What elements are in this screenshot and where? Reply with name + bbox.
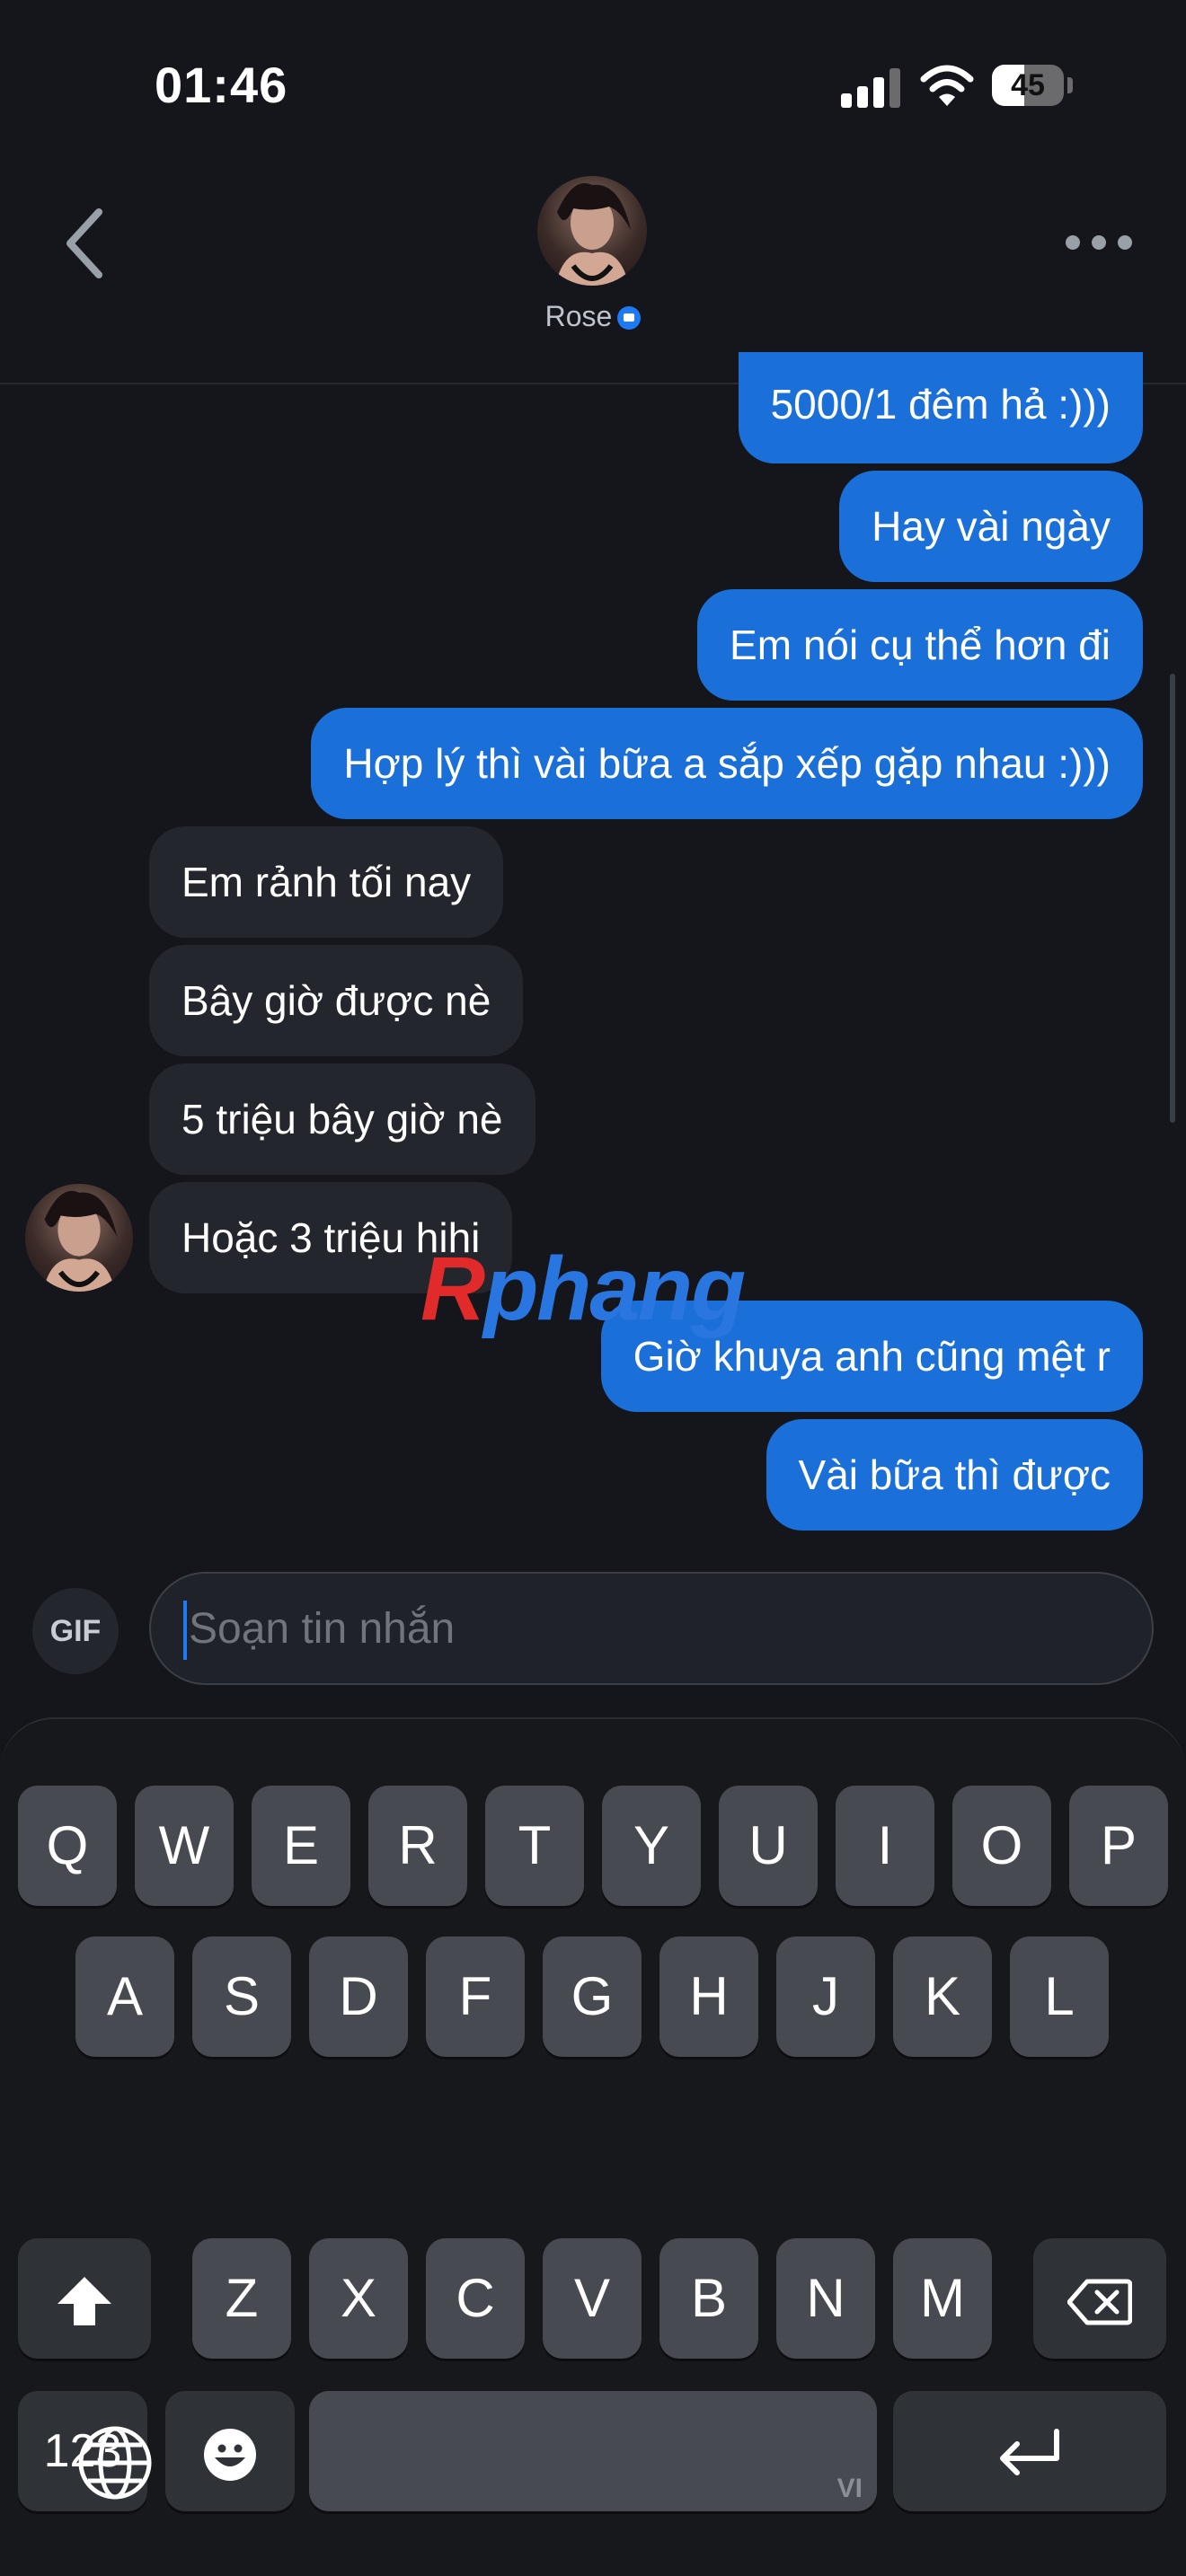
key-i[interactable]: I xyxy=(836,1786,934,1906)
key-d[interactable]: D xyxy=(309,1936,408,2057)
backspace-key[interactable] xyxy=(1033,2238,1166,2359)
gif-button[interactable]: GIF xyxy=(32,1588,119,1674)
key-e[interactable]: E xyxy=(252,1786,350,1906)
key-t[interactable]: T xyxy=(485,1786,584,1906)
message-outgoing[interactable]: 5000/1 đêm hả :))) xyxy=(738,352,1143,463)
message-outgoing[interactable]: Em nói cụ thể hơn đi xyxy=(697,589,1143,701)
message-incoming[interactable]: Em rảnh tối nay xyxy=(149,826,504,938)
message-input[interactable] xyxy=(183,1574,1123,1683)
message-outgoing[interactable]: Giờ khuya anh cũng mệt r xyxy=(600,1301,1143,1412)
emoji-icon xyxy=(204,2429,256,2482)
key-j[interactable]: J xyxy=(776,1936,875,2057)
shift-key[interactable] xyxy=(18,2238,151,2359)
key-w[interactable]: W xyxy=(135,1786,234,1906)
key-l[interactable]: L xyxy=(1010,1936,1109,2057)
key-z[interactable]: Z xyxy=(192,2238,291,2359)
key-s[interactable]: S xyxy=(192,1936,291,2057)
contact-name[interactable]: Rose xyxy=(503,300,683,333)
signal-icon xyxy=(841,68,900,108)
key-n[interactable]: N xyxy=(776,2238,875,2359)
key-a[interactable]: A xyxy=(75,1936,174,2057)
globe-icon[interactable] xyxy=(77,2425,153,2501)
camera-badge-icon xyxy=(617,306,642,330)
back-chevron-icon[interactable] xyxy=(59,203,110,284)
key-o[interactable]: O xyxy=(952,1786,1051,1906)
return-key[interactable] xyxy=(893,2391,1166,2511)
key-r[interactable]: R xyxy=(368,1786,467,1906)
message-compose-box[interactable] xyxy=(149,1572,1154,1685)
key-h[interactable]: H xyxy=(659,1936,758,2057)
key-v[interactable]: V xyxy=(543,2238,642,2359)
backspace-icon xyxy=(1067,2279,1133,2325)
message-outgoing[interactable]: Hay vài ngày xyxy=(839,471,1143,582)
message-incoming[interactable]: Bây giờ được nè xyxy=(149,945,524,1056)
key-g[interactable]: G xyxy=(543,1936,642,2057)
contact-name-label: Rose xyxy=(544,300,613,332)
key-k[interactable]: K xyxy=(893,1936,992,2057)
key-m[interactable]: M xyxy=(893,2238,992,2359)
wifi-icon xyxy=(920,65,974,106)
more-dots-icon[interactable] xyxy=(1066,232,1132,253)
key-u[interactable]: U xyxy=(719,1786,818,1906)
battery-icon: 45 xyxy=(992,65,1073,106)
key-f[interactable]: F xyxy=(426,1936,525,2057)
avatar[interactable] xyxy=(537,176,647,286)
key-b[interactable]: B xyxy=(659,2238,758,2359)
key-y[interactable]: Y xyxy=(602,1786,701,1906)
message-outgoing[interactable]: Hợp lý thì vài bữa a sắp xếp gặp nhau :)… xyxy=(311,708,1143,819)
return-icon xyxy=(1000,2429,1059,2476)
message-outgoing[interactable]: Vài bữa thì được xyxy=(766,1419,1143,1531)
key-c[interactable]: C xyxy=(426,2238,525,2359)
space-language-label: VI xyxy=(836,2474,863,2503)
message-incoming[interactable]: 5 triệu bây giờ nè xyxy=(149,1063,535,1175)
emoji-key[interactable] xyxy=(165,2391,295,2511)
message-incoming[interactable]: Hoặc 3 triệu hihi xyxy=(149,1182,513,1293)
key-x[interactable]: X xyxy=(309,2238,408,2359)
space-key[interactable]: VI xyxy=(309,2391,877,2511)
sender-avatar[interactable] xyxy=(25,1184,133,1292)
key-q[interactable]: Q xyxy=(18,1786,117,1906)
scrollbar[interactable] xyxy=(1170,674,1175,1123)
shift-icon xyxy=(58,2277,111,2326)
key-p[interactable]: P xyxy=(1069,1786,1168,1906)
status-time: 01:46 xyxy=(155,57,288,113)
battery-level: 45 xyxy=(1011,68,1045,102)
